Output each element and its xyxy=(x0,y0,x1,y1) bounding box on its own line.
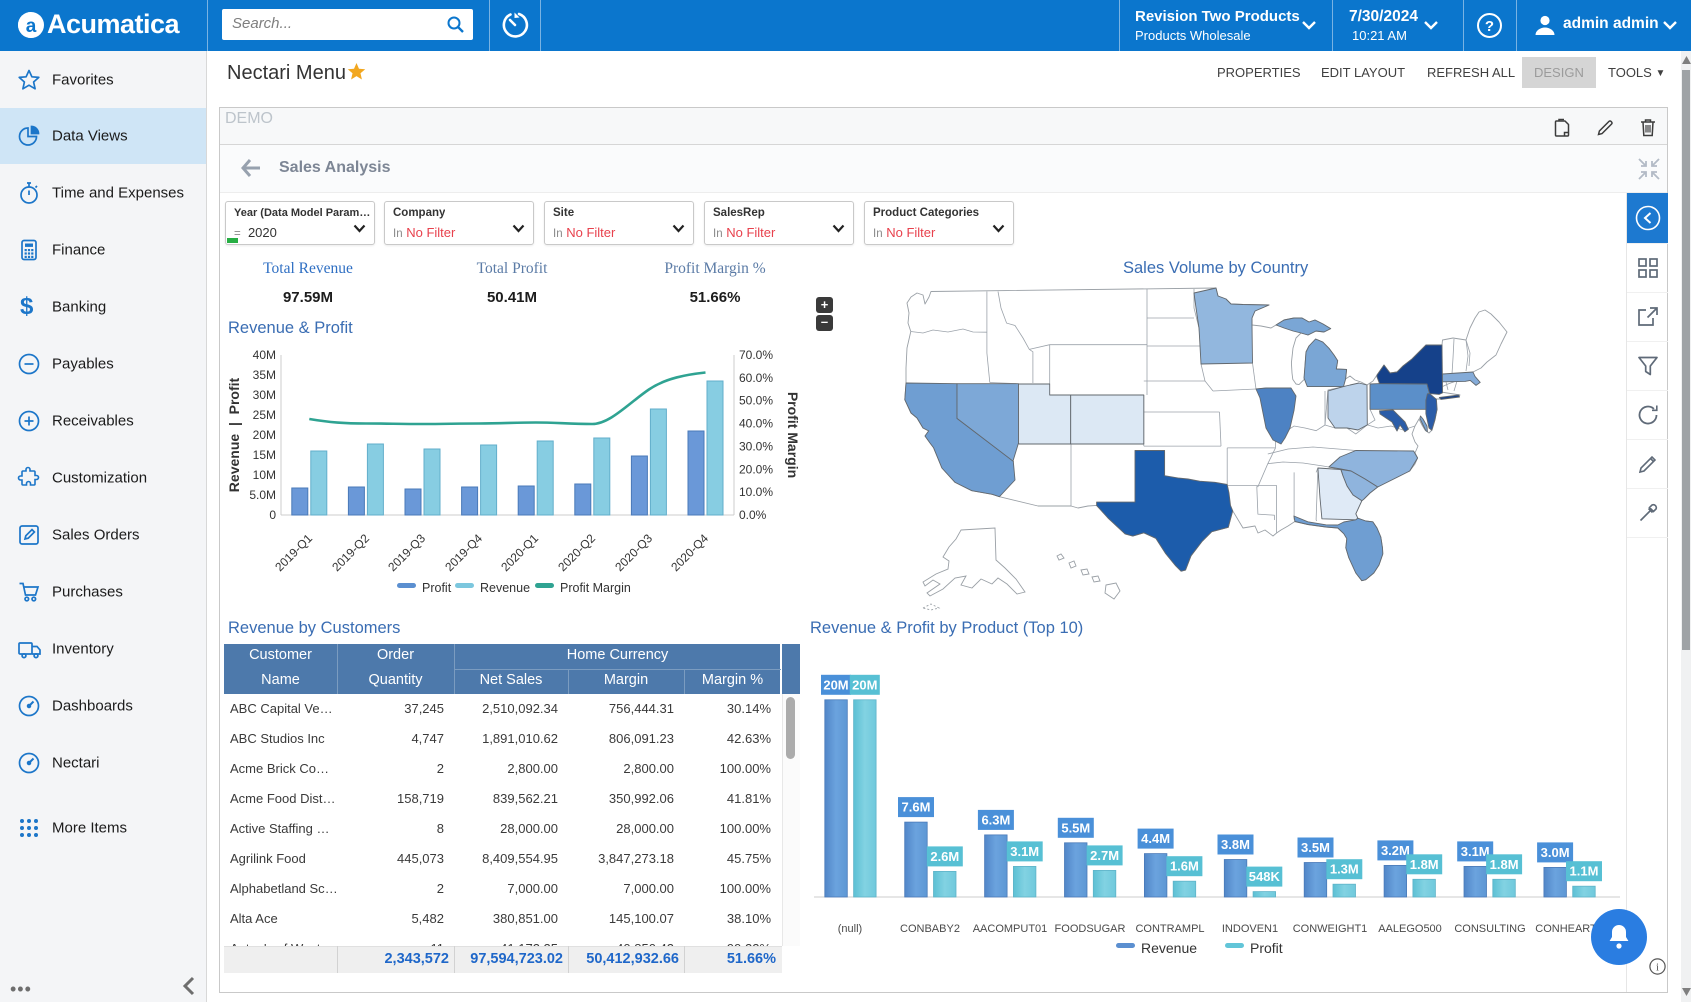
svg-text:2020-Q3: 2020-Q3 xyxy=(612,531,655,574)
svg-text:10.0%: 10.0% xyxy=(739,485,773,499)
svg-text:CONSULTING: CONSULTING xyxy=(1454,923,1525,935)
svg-text:30.0%: 30.0% xyxy=(739,439,773,453)
svg-text:FOODSUGAR: FOODSUGAR xyxy=(1055,923,1126,935)
svg-text:1.8M: 1.8M xyxy=(1490,857,1519,872)
svg-text:Revenue: Revenue xyxy=(1141,940,1197,956)
svg-text:20M: 20M xyxy=(823,677,848,692)
svg-text:30M: 30M xyxy=(253,388,276,402)
svg-text:2.7M: 2.7M xyxy=(1090,848,1119,863)
svg-text:1.1M: 1.1M xyxy=(1570,864,1599,879)
svg-text:3.0M: 3.0M xyxy=(1541,845,1570,860)
svg-text:1.6M: 1.6M xyxy=(1170,859,1199,874)
svg-text:INDOVEN1: INDOVEN1 xyxy=(1222,923,1278,935)
svg-text:AACOMPUT01: AACOMPUT01 xyxy=(973,923,1048,935)
svg-text:15M: 15M xyxy=(253,448,276,462)
svg-text:(null): (null) xyxy=(838,923,862,935)
svg-text:40.0%: 40.0% xyxy=(739,417,773,431)
svg-text:Profit Margin: Profit Margin xyxy=(785,392,801,478)
svg-text:2019-Q2: 2019-Q2 xyxy=(329,531,372,574)
svg-text:CONBABY2: CONBABY2 xyxy=(900,923,960,935)
svg-text:2020-Q1: 2020-Q1 xyxy=(498,531,541,574)
svg-text:5.5M: 5.5M xyxy=(1061,820,1090,835)
svg-text:25M: 25M xyxy=(253,408,276,422)
svg-text:2020-Q2: 2020-Q2 xyxy=(555,531,598,574)
svg-text:Revenue | Profit: Revenue | Profit xyxy=(226,377,242,492)
svg-text:3.5M: 3.5M xyxy=(1301,840,1330,855)
svg-text:CONTRAMPL: CONTRAMPL xyxy=(1135,923,1204,935)
svg-text:70.0%: 70.0% xyxy=(739,348,773,362)
svg-text:20.0%: 20.0% xyxy=(739,462,773,476)
svg-text:7.6M: 7.6M xyxy=(902,800,931,815)
svg-text:a: a xyxy=(26,16,37,37)
svg-text:Revenue: Revenue xyxy=(480,581,530,595)
svg-text:20M: 20M xyxy=(253,428,276,442)
svg-text:?: ? xyxy=(1485,18,1494,35)
svg-text:2019-Q3: 2019-Q3 xyxy=(385,531,428,574)
svg-text:Profit: Profit xyxy=(1250,940,1283,956)
svg-text:6.3M: 6.3M xyxy=(981,812,1010,827)
svg-text:2.6M: 2.6M xyxy=(930,849,959,864)
svg-text:60.0%: 60.0% xyxy=(739,371,773,385)
svg-text:i: i xyxy=(1656,962,1659,974)
svg-text:1.8M: 1.8M xyxy=(1410,857,1439,872)
svg-text:Profit Margin: Profit Margin xyxy=(560,581,631,595)
svg-text:AALEGO500: AALEGO500 xyxy=(1378,923,1442,935)
svg-text:10M: 10M xyxy=(253,468,276,482)
svg-text:2019-Q4: 2019-Q4 xyxy=(442,531,485,574)
svg-text:0: 0 xyxy=(269,508,276,522)
svg-text:Profit: Profit xyxy=(422,581,452,595)
svg-text:4.4M: 4.4M xyxy=(1141,831,1170,846)
svg-text:50.0%: 50.0% xyxy=(739,394,773,408)
svg-text:5.0M: 5.0M xyxy=(249,488,276,502)
svg-text:548K: 548K xyxy=(1249,869,1281,884)
svg-text:1.3M: 1.3M xyxy=(1330,862,1359,877)
svg-text:3.1M: 3.1M xyxy=(1010,844,1039,859)
svg-text:0.0%: 0.0% xyxy=(739,508,767,522)
svg-text:20M: 20M xyxy=(852,677,877,692)
svg-text:3.8M: 3.8M xyxy=(1221,837,1250,852)
svg-text:CONWEIGHT1: CONWEIGHT1 xyxy=(1293,923,1368,935)
svg-text:3.2M: 3.2M xyxy=(1381,843,1410,858)
svg-text:2020-Q4: 2020-Q4 xyxy=(668,531,711,574)
svg-text:3.1M: 3.1M xyxy=(1461,844,1490,859)
svg-text:2019-Q1: 2019-Q1 xyxy=(272,531,315,574)
svg-text:35M: 35M xyxy=(253,368,276,382)
svg-text:40M: 40M xyxy=(253,348,276,362)
